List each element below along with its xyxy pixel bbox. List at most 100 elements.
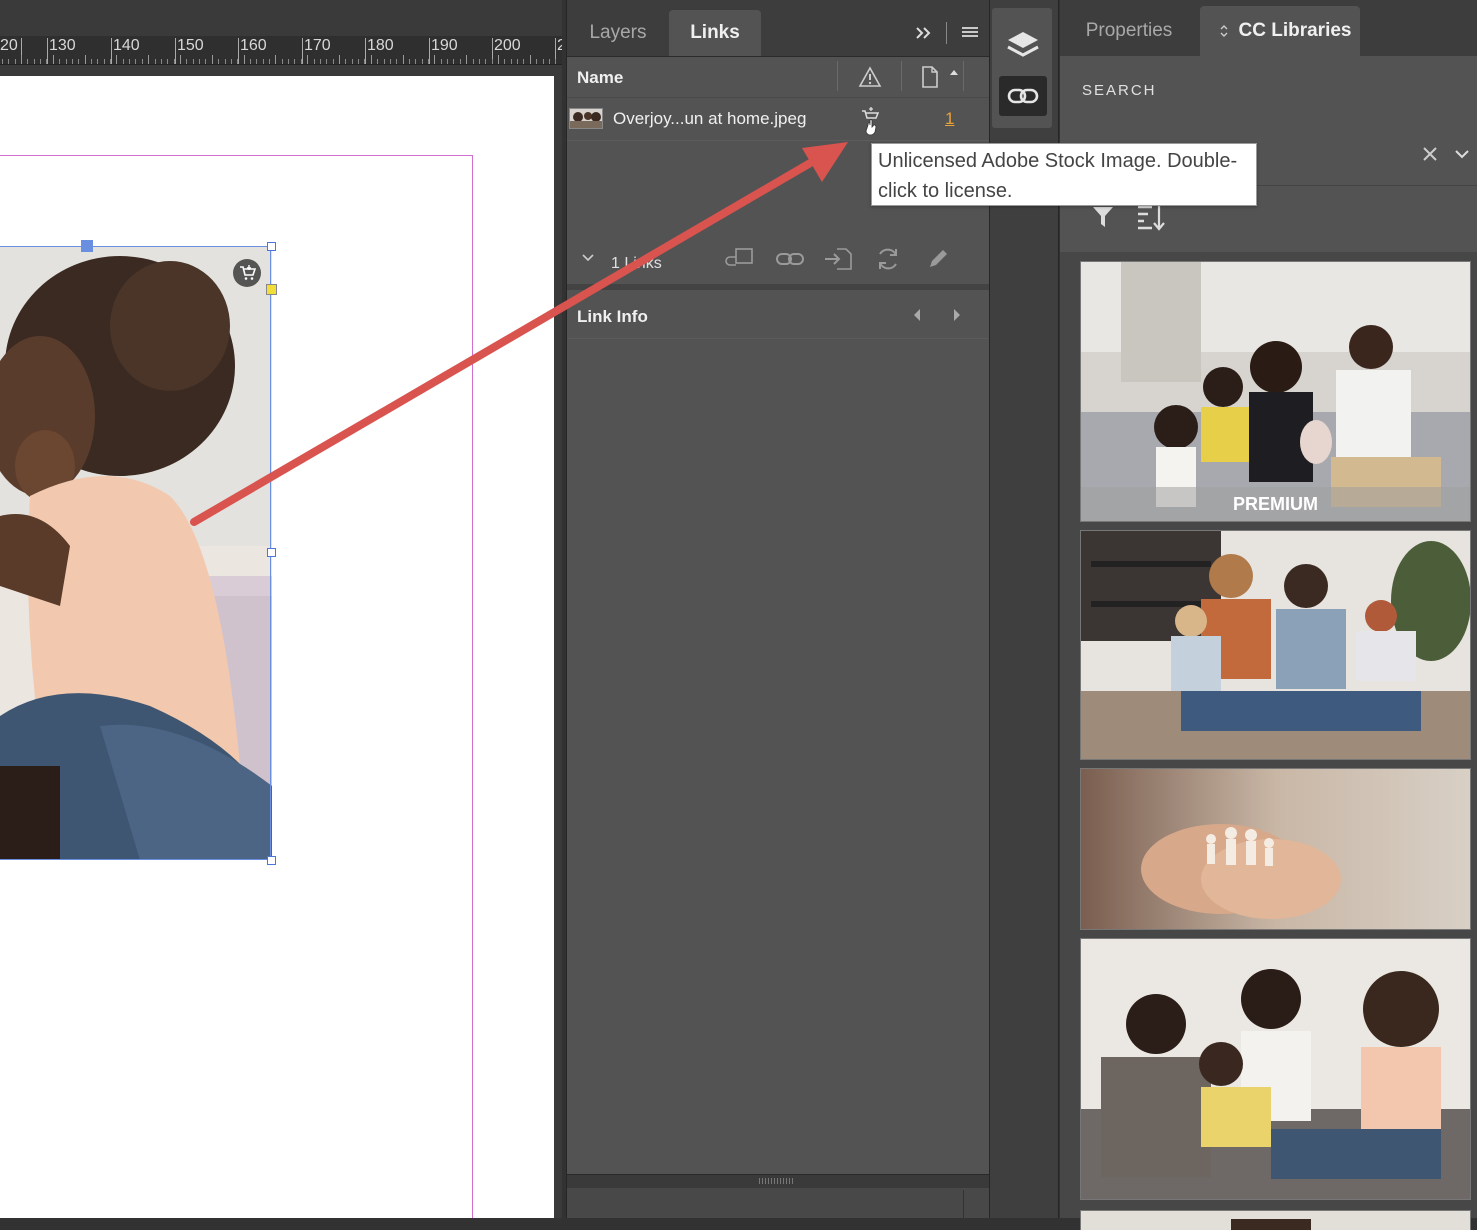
- ruler-minor-tick: [352, 59, 353, 64]
- chevron-down-icon[interactable]: [1450, 142, 1474, 166]
- ruler-minor-tick: [2, 59, 3, 64]
- hands-paper-family-photo: [1081, 769, 1470, 929]
- stock-thumbnail[interactable]: [1080, 938, 1471, 1200]
- ruler-minor-tick: [466, 55, 467, 64]
- tab-separator: [946, 22, 947, 44]
- ruler-minor-tick: [364, 59, 365, 64]
- ruler-minor-tick: [155, 59, 156, 64]
- links-column-header: Name: [567, 57, 989, 98]
- ruler-minor-tick: [549, 59, 550, 64]
- ruler-minor-tick: [237, 59, 238, 64]
- stock-thumbnail[interactable]: [1080, 768, 1471, 930]
- ruler-minor-tick: [492, 59, 493, 64]
- ruler-minor-tick: [199, 59, 200, 64]
- link-info-label: Link Info: [577, 307, 648, 326]
- ruler-minor-tick: [231, 59, 232, 64]
- ruler-minor-tick: [377, 59, 378, 64]
- ruler-minor-tick: [78, 59, 79, 64]
- ruler-minor-tick: [307, 55, 308, 64]
- page-icon[interactable]: [917, 63, 943, 91]
- stock-thumbnail[interactable]: [1080, 530, 1471, 760]
- relink-icon[interactable]: [721, 245, 757, 273]
- ruler-minor-tick: [161, 59, 162, 64]
- ruler-tick: [365, 38, 366, 64]
- ruler-minor-tick: [409, 59, 410, 64]
- content-grabber-handle[interactable]: [81, 240, 93, 252]
- column-divider: [963, 61, 964, 91]
- ruler-minor-tick: [15, 59, 16, 64]
- ruler-minor-tick: [498, 55, 499, 64]
- prev-icon[interactable]: [907, 304, 927, 326]
- shopping-cart-icon[interactable]: [859, 107, 883, 137]
- edit-original-icon[interactable]: [921, 245, 955, 273]
- family-photo-5: [1081, 1211, 1470, 1230]
- grip-lines: [759, 1178, 795, 1184]
- ruler-minor-tick: [186, 59, 187, 64]
- cc-panel-tabs: Properties CC Libraries: [1060, 0, 1477, 56]
- ruler-label: 200: [494, 37, 521, 54]
- ruler-minor-tick: [447, 59, 448, 64]
- ruler-minor-tick: [180, 55, 181, 64]
- panel-menu-icon[interactable]: [957, 20, 983, 46]
- ruler-minor-tick: [301, 59, 302, 64]
- tab-properties[interactable]: Properties: [1064, 6, 1194, 56]
- frame-handle-bottom-right[interactable]: [267, 856, 276, 865]
- link-page-number[interactable]: 1: [945, 109, 954, 129]
- chevron-down-icon[interactable]: [579, 249, 597, 267]
- link-icon[interactable]: [773, 245, 807, 273]
- ruler-minor-tick: [129, 59, 130, 64]
- sort-icon[interactable]: [1134, 202, 1168, 232]
- sort-up-icon[interactable]: [947, 65, 961, 79]
- ruler-minor-tick: [390, 59, 391, 64]
- panel-resize-grip[interactable]: [567, 1174, 989, 1189]
- ruler-minor-tick: [555, 59, 556, 64]
- filter-icon[interactable]: [1088, 202, 1118, 232]
- panel-divider[interactable]: [567, 284, 989, 290]
- ruler-minor-tick: [320, 59, 321, 64]
- stock-thumbnail[interactable]: [1080, 1210, 1471, 1230]
- stock-cart-badge[interactable]: [233, 259, 261, 287]
- ruler-minor-tick: [460, 59, 461, 64]
- layers-icon[interactable]: [1000, 26, 1046, 66]
- frame-handle-right[interactable]: [267, 548, 276, 557]
- ruler-minor-tick: [511, 59, 512, 64]
- update-link-icon[interactable]: [871, 245, 905, 273]
- column-name-label[interactable]: Name: [577, 68, 623, 88]
- ruler-minor-tick: [97, 59, 98, 64]
- corner-radius-handle[interactable]: [266, 284, 277, 295]
- warning-icon[interactable]: [855, 63, 885, 91]
- ruler-minor-tick: [21, 55, 22, 64]
- tab-links[interactable]: Links: [669, 10, 761, 56]
- family-photo-4: [1081, 939, 1470, 1199]
- ruler-minor-tick: [403, 55, 404, 64]
- link-row[interactable]: Overjoy...un at home.jpeg 1: [567, 98, 989, 141]
- tooltip: Unlicensed Adobe Stock Image. Double- cl…: [871, 143, 1257, 206]
- tab-cc-libraries-label: CC Libraries: [1238, 20, 1352, 41]
- expand-panel-icon[interactable]: [911, 20, 937, 46]
- ruler-minor-tick: [333, 59, 334, 64]
- frame-handle-top-right[interactable]: [267, 242, 276, 251]
- ruler-minor-tick: [40, 59, 41, 64]
- tab-cc-libraries[interactable]: CC Libraries: [1200, 6, 1360, 56]
- link-icon[interactable]: [999, 76, 1047, 116]
- link-filename[interactable]: Overjoy...un at home.jpeg: [613, 109, 806, 129]
- ruler-minor-tick: [142, 59, 143, 64]
- stock-results-list[interactable]: PREMIUM: [1060, 252, 1477, 1230]
- ruler-minor-tick: [27, 59, 28, 64]
- ruler-label: 160: [240, 37, 267, 54]
- image-frame[interactable]: [0, 246, 271, 860]
- next-icon[interactable]: [947, 304, 967, 326]
- ruler-label: 190: [431, 37, 458, 54]
- ruler-tick: [111, 38, 112, 64]
- ruler-minor-tick: [123, 59, 124, 64]
- ruler-minor-tick: [91, 59, 92, 64]
- ruler-minor-tick: [517, 59, 518, 64]
- horizontal-ruler[interactable]: 20 130 140 150 160 170 180 190 200 2: [0, 36, 562, 65]
- document-canvas[interactable]: 20 130 140 150 160 170 180 190 200 2: [0, 0, 562, 1218]
- ruler-minor-tick: [135, 59, 136, 64]
- tab-layers[interactable]: Layers: [567, 10, 669, 56]
- close-icon[interactable]: [1418, 142, 1442, 166]
- stock-thumbnail[interactable]: PREMIUM: [1080, 261, 1471, 522]
- go-to-link-icon[interactable]: [821, 245, 855, 273]
- ruler-minor-tick: [415, 59, 416, 64]
